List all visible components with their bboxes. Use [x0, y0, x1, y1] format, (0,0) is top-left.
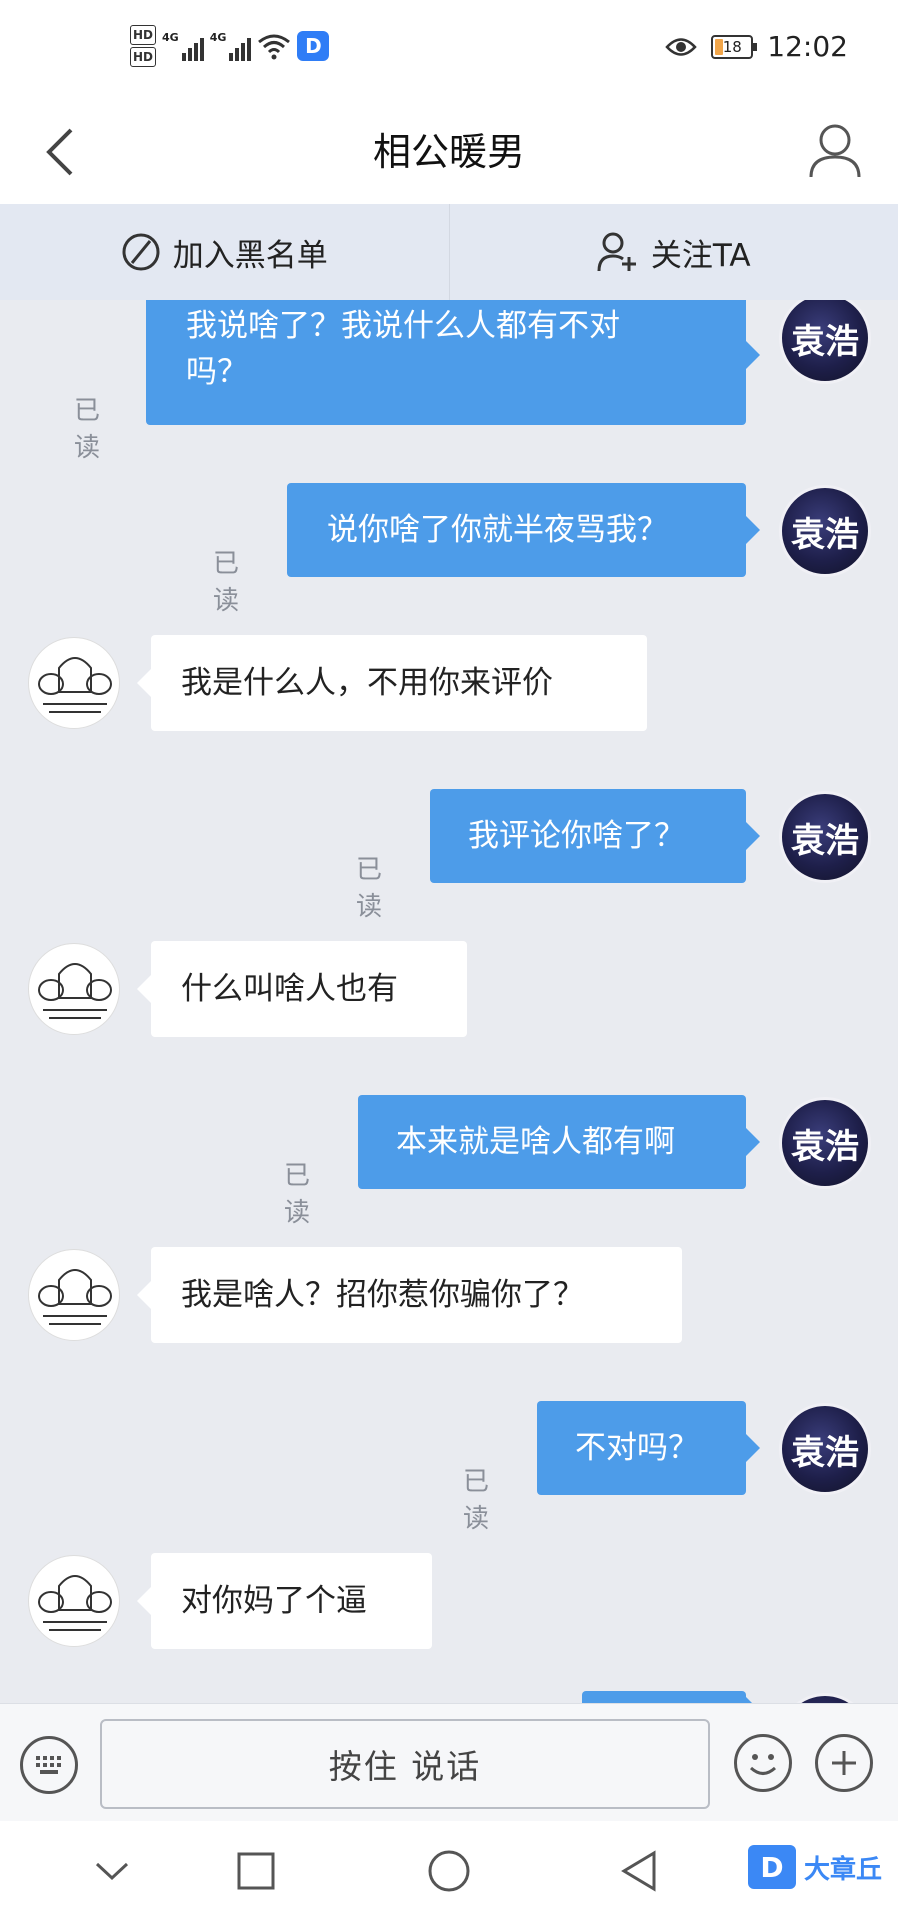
chat-header: 相公暖男: [0, 100, 898, 204]
follow-button[interactable]: 关注TA: [450, 204, 898, 300]
watermark-text: 大章丘: [803, 1854, 882, 1885]
outgoing-bubble[interactable]: 说你啥了你就半夜骂我？: [287, 483, 760, 577]
smiley-icon: [749, 1754, 777, 1775]
my-avatar[interactable]: 袁浩: [779, 300, 871, 384]
eye-icon: [665, 37, 698, 56]
nav-hide-button[interactable]: [87, 1846, 137, 1896]
outgoing-bubble[interactable]: 我评论你啥了？: [430, 789, 760, 883]
input-bar: 按住 说话: [0, 1703, 898, 1821]
nav-home-button[interactable]: [424, 1846, 474, 1896]
battery-level: 18: [722, 37, 742, 56]
action-bar: 加入黑名单 关注TA: [0, 204, 898, 300]
circle-icon: [428, 1850, 470, 1892]
emoji-button[interactable]: [734, 1734, 792, 1792]
profile-button[interactable]: [802, 118, 868, 184]
incoming-bubble[interactable]: 什么叫啥人也有: [137, 941, 467, 1037]
outgoing-bubble[interactable]: 本来就是啥人都有啊: [358, 1095, 760, 1189]
elephant-drawing-icon: [38, 963, 112, 1019]
read-receipt: 已读: [463, 1467, 490, 1534]
chevron-down-icon: [95, 1862, 129, 1881]
outgoing-bubble-partial[interactable]: [582, 1691, 760, 1703]
square-icon: [237, 1852, 275, 1890]
elephant-drawing-icon: [38, 657, 112, 713]
chat-list[interactable]: 我说啥了？我说什么人都有不对 吗？ 已读 袁浩 说你啥了你就半夜骂我？ 已读 袁…: [0, 300, 898, 1703]
incoming-bubble[interactable]: 对你妈了个逼: [137, 1553, 432, 1649]
my-avatar[interactable]: 袁浩: [779, 791, 871, 883]
battery-icon: 18: [711, 34, 758, 59]
contact-avatar[interactable]: [28, 943, 120, 1035]
wifi-icon: [258, 34, 291, 60]
signal-icon: 4G: [162, 31, 204, 61]
hd-icons: HD HD: [130, 24, 157, 68]
contact-avatar[interactable]: [28, 1249, 120, 1341]
elephant-drawing-icon: [38, 1575, 112, 1631]
elephant-drawing-icon: [38, 1269, 112, 1325]
my-avatar[interactable]: 袁浩: [779, 1097, 871, 1189]
page-title: 相公暖男: [372, 130, 525, 174]
outgoing-bubble[interactable]: 我说啥了？我说什么人都有不对 吗？: [146, 300, 760, 425]
user-icon: [809, 124, 861, 178]
read-receipt: 已读: [356, 855, 383, 922]
contact-avatar[interactable]: [28, 637, 120, 729]
clock: 12:02: [767, 30, 848, 63]
status-bar: HD HD 4G 4G D 18 12:02: [0, 0, 898, 100]
read-receipt: 已读: [74, 396, 101, 463]
add-user-icon: [597, 232, 636, 272]
hd-icon: HD: [130, 25, 157, 45]
status-left: HD HD 4G 4G D: [130, 24, 330, 68]
my-avatar[interactable]: 袁浩: [779, 485, 871, 577]
plus-icon: [832, 1751, 856, 1775]
watermark: D 大章丘: [747, 1845, 882, 1889]
outgoing-bubble[interactable]: 不对吗？: [537, 1401, 760, 1495]
nav-recents-button[interactable]: [231, 1846, 281, 1896]
my-avatar[interactable]: [779, 1693, 871, 1703]
incoming-bubble[interactable]: 我是什么人，不用你来评价: [137, 635, 647, 731]
incoming-bubble[interactable]: 我是啥人？招你惹你骗你了？: [137, 1247, 682, 1343]
block-icon: [122, 233, 160, 271]
read-receipt: 已读: [213, 549, 240, 616]
system-nav-bar: D 大章丘: [0, 1821, 898, 1920]
status-right: 18 12:02: [665, 30, 848, 63]
nav-back-button[interactable]: [614, 1846, 664, 1896]
keyboard-icon: [36, 1756, 61, 1774]
triangle-back-icon: [621, 1850, 656, 1892]
keyboard-toggle-button[interactable]: [20, 1736, 78, 1794]
read-receipt: 已读: [284, 1161, 311, 1228]
app-notification-icon: D: [297, 31, 330, 61]
more-button[interactable]: [815, 1734, 873, 1792]
signal-icon: 4G: [210, 31, 252, 61]
watermark-logo: D: [747, 1845, 796, 1889]
follow-label: 关注TA: [650, 237, 751, 274]
hd-icon: HD: [130, 47, 157, 67]
contact-avatar[interactable]: [28, 1555, 120, 1647]
my-avatar[interactable]: 袁浩: [779, 1403, 871, 1495]
blacklist-button[interactable]: 加入黑名单: [0, 204, 449, 300]
blacklist-label: 加入黑名单: [172, 237, 328, 274]
hold-to-talk-button[interactable]: 按住 说话: [100, 1719, 710, 1809]
